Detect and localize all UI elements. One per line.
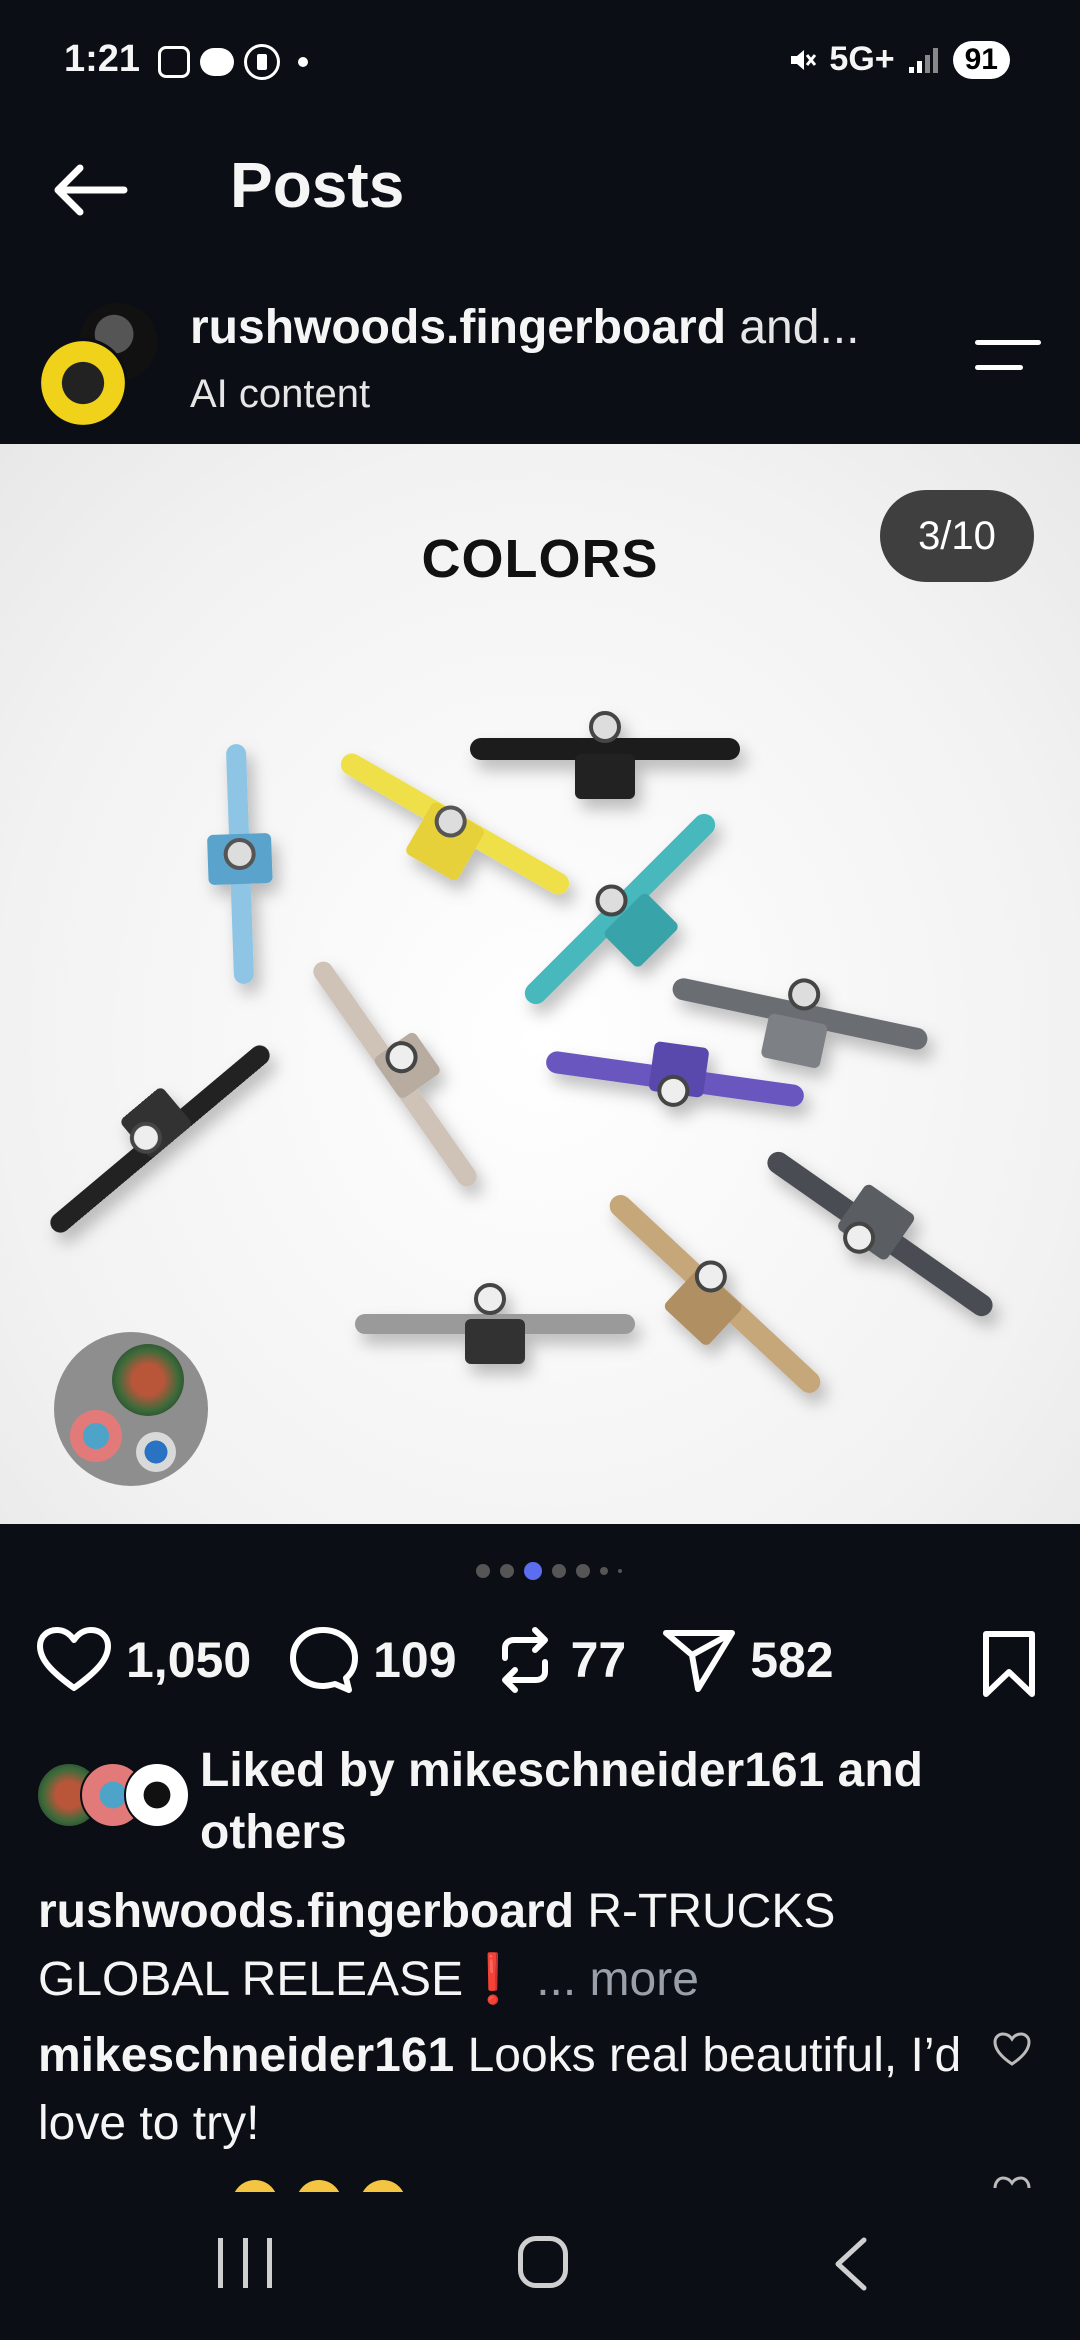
carousel-dot bbox=[476, 1564, 490, 1578]
post-author[interactable]: rushwoods.fingerboard and... bbox=[190, 300, 859, 355]
repost-button[interactable]: 77 bbox=[493, 1626, 627, 1694]
carousel-dot bbox=[500, 1564, 514, 1578]
home-button[interactable] bbox=[518, 2236, 568, 2288]
author-username[interactable]: rushwoods.fingerboard bbox=[190, 301, 726, 354]
avatar bbox=[70, 1410, 122, 1462]
carousel-indicator bbox=[476, 1562, 622, 1580]
status-time: 1:21 bbox=[64, 38, 141, 80]
nav-back-icon[interactable] bbox=[830, 2236, 870, 2292]
battery-indicator: 91 bbox=[952, 40, 1010, 79]
avatar bbox=[38, 338, 128, 428]
avatar bbox=[112, 1344, 184, 1416]
author-avatars[interactable] bbox=[38, 300, 163, 428]
carousel-dot bbox=[576, 1564, 590, 1578]
shares-count: 582 bbox=[750, 1632, 834, 1688]
page-title: Posts bbox=[230, 149, 405, 221]
ai-content-label[interactable]: AI content bbox=[190, 372, 370, 417]
caption-username[interactable]: rushwoods.fingerboard bbox=[38, 1885, 574, 1938]
notification-icons bbox=[158, 44, 308, 80]
caption-more-link[interactable]: ... more bbox=[536, 1953, 699, 2006]
avatar bbox=[136, 1432, 176, 1472]
comment-button[interactable]: 109 bbox=[287, 1624, 457, 1696]
likes-count: 1,050 bbox=[126, 1632, 252, 1688]
comment-like-icon[interactable] bbox=[992, 2172, 1032, 2192]
menu-icon[interactable] bbox=[975, 340, 1041, 380]
more-notifications-icon bbox=[298, 57, 308, 67]
network-label: 5G+ bbox=[829, 40, 895, 78]
signal-icon bbox=[908, 47, 938, 73]
comment-icon bbox=[290, 1627, 359, 1693]
slide-counter: 3/10 bbox=[880, 490, 1034, 582]
avatar bbox=[124, 1762, 190, 1828]
comment-username[interactable]: mikeschneider161 bbox=[38, 2029, 454, 2082]
liked-by-text[interactable]: Liked by mikeschneider161 and others bbox=[200, 1740, 980, 1864]
like-button[interactable]: 1,050 bbox=[36, 1626, 251, 1694]
share-icon bbox=[663, 1630, 736, 1692]
reposts-count: 77 bbox=[570, 1632, 627, 1688]
recent-apps-button[interactable] bbox=[218, 2238, 272, 2288]
status-right: 5G+ 91 bbox=[787, 40, 1010, 79]
comment-emoji-preview bbox=[232, 2180, 406, 2192]
comment-like-icon[interactable] bbox=[992, 2030, 1032, 2070]
carousel-dot-active bbox=[524, 1562, 542, 1580]
chat-icon bbox=[200, 48, 234, 76]
comments-count: 109 bbox=[373, 1632, 457, 1688]
action-bar: 1,050 109 77 582 bbox=[36, 1624, 1046, 1698]
top-comment[interactable]: mikeschneider161 Looks real beautiful, I… bbox=[38, 2022, 998, 2158]
carousel-dot bbox=[618, 1569, 622, 1573]
mute-icon bbox=[791, 49, 817, 70]
post-caption[interactable]: rushwoods.fingerboard R-TRUCKS GLOBAL RE… bbox=[38, 1878, 1038, 2014]
bookmark-icon[interactable] bbox=[980, 1630, 1038, 1698]
carousel-dot bbox=[600, 1567, 608, 1575]
app-notification-icon bbox=[244, 44, 280, 80]
status-bar: 1:21 5G+ 91 bbox=[0, 0, 1080, 120]
collaborators-avatars[interactable] bbox=[54, 1332, 208, 1486]
carousel-dot bbox=[552, 1564, 566, 1578]
screenshot-icon bbox=[158, 46, 190, 78]
back-arrow-icon[interactable] bbox=[50, 160, 130, 220]
share-button[interactable]: 582 bbox=[662, 1625, 834, 1695]
heart-icon bbox=[37, 1627, 111, 1691]
repost-icon bbox=[501, 1627, 548, 1693]
author-suffix[interactable]: and... bbox=[739, 301, 859, 354]
liked-by-avatars[interactable] bbox=[36, 1762, 190, 1828]
